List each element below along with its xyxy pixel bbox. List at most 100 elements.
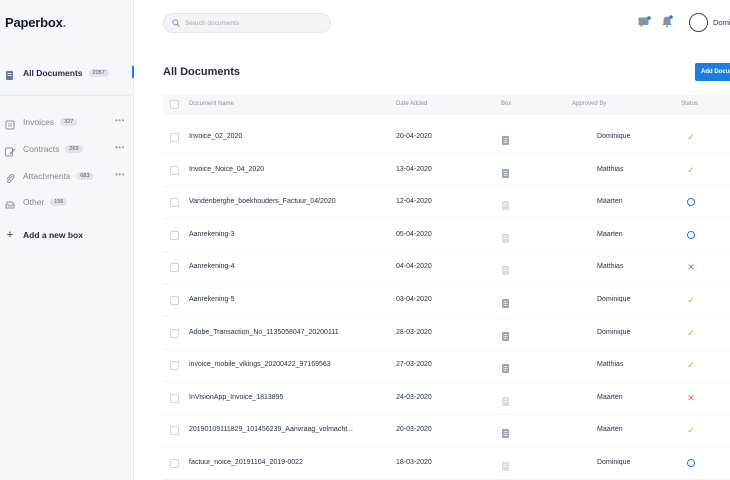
count-badge: 156 bbox=[50, 198, 68, 206]
approver-name: Dominique bbox=[597, 328, 631, 336]
date-added: 12-04-2020 bbox=[396, 198, 432, 206]
column-header-name[interactable]: Document Name bbox=[189, 101, 234, 107]
approver-name: Maarten bbox=[597, 426, 623, 434]
column-header-status[interactable]: Status bbox=[681, 101, 698, 107]
add-box-button[interactable]: + Add a new box bbox=[0, 227, 83, 243]
document-name[interactable]: Aanrekening-5 bbox=[189, 296, 235, 303]
table-row[interactable]: factuur_noice_20191104_2019-0022 18-03-20… bbox=[163, 448, 730, 480]
add-document-button[interactable]: Add Document bbox=[695, 63, 730, 81]
notification-bell-icon[interactable] bbox=[661, 15, 673, 33]
more-options-icon[interactable]: ••• bbox=[115, 116, 125, 125]
active-indicator bbox=[132, 66, 134, 78]
sidebar-item-label: Invoices bbox=[23, 117, 55, 127]
attachment-icon bbox=[5, 171, 15, 184]
count-badge: 683 bbox=[76, 172, 94, 180]
approver-name: Maarten bbox=[597, 198, 623, 206]
table-row[interactable]: InVisionApp_Invoice_1813895 24-03-2020 Maa… bbox=[163, 383, 730, 415]
search-input[interactable] bbox=[185, 19, 325, 27]
date-added: 27-03-2020 bbox=[396, 361, 432, 369]
approver-name: Matthias bbox=[597, 263, 624, 271]
row-checkbox[interactable] bbox=[170, 296, 179, 305]
sidebar: Paperbox. All Documents 2057 Invoices 32… bbox=[0, 0, 134, 480]
table-row[interactable]: Invoice_02_2020 20-04-2020 Dominique ✓ bbox=[163, 122, 730, 154]
column-header-approver[interactable]: Approved By bbox=[572, 101, 606, 107]
count-badge: 269 bbox=[65, 145, 83, 153]
row-checkbox[interactable] bbox=[170, 263, 179, 273]
chat-icon[interactable] bbox=[638, 15, 651, 33]
more-options-icon[interactable]: ••• bbox=[115, 170, 125, 179]
status-approved-icon: ✓ bbox=[687, 132, 695, 142]
table-row[interactable]: 20190109111829_101456239_Aanvraag_volmac… bbox=[163, 415, 730, 448]
document-name[interactable]: Invoice_02_2020 bbox=[189, 133, 242, 140]
row-checkbox[interactable] bbox=[170, 328, 179, 338]
other-box-icon bbox=[502, 197, 509, 211]
document-name[interactable]: InVisionApp_Invoice_1813895 bbox=[189, 394, 283, 401]
document-name[interactable]: factuur_noice_20191104_2019-0022 bbox=[189, 459, 303, 466]
sidebar-item-attachments[interactable]: Attachments 683 ••• bbox=[0, 167, 134, 185]
row-checkbox[interactable] bbox=[170, 198, 179, 208]
approver-name: Dominique bbox=[597, 459, 631, 466]
row-checkbox[interactable] bbox=[170, 426, 179, 436]
avatar[interactable] bbox=[689, 13, 708, 32]
status-approved-icon: ✓ bbox=[687, 425, 695, 436]
app-logo[interactable]: Paperbox. bbox=[5, 15, 66, 30]
status-pending-icon bbox=[685, 196, 697, 208]
document-name[interactable]: Aanrekening-4 bbox=[189, 263, 235, 270]
sidebar-item-label: Contracts bbox=[23, 144, 60, 154]
row-checkbox[interactable] bbox=[170, 393, 179, 403]
table-row[interactable]: Aanrekening-3 05-04-2020 Maarten bbox=[163, 220, 730, 252]
contract-icon bbox=[5, 144, 16, 157]
column-header-date[interactable]: Date Added bbox=[396, 101, 427, 107]
table-row[interactable]: Adobe_Transaction_No_1135058047_20200111… bbox=[163, 318, 730, 350]
document-name[interactable]: invoice_mobile_vikings_20200422_97169563 bbox=[189, 361, 331, 368]
date-added: 05-04-2020 bbox=[396, 230, 432, 238]
row-checkbox[interactable] bbox=[170, 165, 179, 175]
plus-icon: + bbox=[6, 229, 14, 241]
invoice-box-icon bbox=[502, 132, 509, 145]
invoice-icon bbox=[5, 117, 15, 130]
date-added: 20-04-2020 bbox=[396, 133, 432, 140]
date-added: 04-04-2020 bbox=[396, 263, 432, 271]
table-row[interactable]: Aanrekening-4 04-04-2020 Matthias ✕ bbox=[163, 252, 730, 285]
approver-name: Maarten bbox=[597, 393, 623, 401]
invoice-box-icon bbox=[502, 360, 509, 374]
sidebar-item-contracts[interactable]: Contracts 269 ••• bbox=[0, 140, 134, 158]
sidebar-item-invoices[interactable]: Invoices 327 ••• bbox=[0, 113, 134, 131]
other-box-icon bbox=[502, 262, 509, 276]
date-added: 13-04-2020 bbox=[396, 165, 432, 173]
row-checkbox[interactable] bbox=[170, 361, 179, 371]
table-row[interactable]: invoice_mobile_vikings_20200422_97169563… bbox=[163, 350, 730, 383]
sidebar-item-other[interactable]: Other 156 bbox=[0, 193, 134, 211]
table-row[interactable]: Invoice_Noice_04_2020 13-04-2020 Matthias ✓ bbox=[163, 155, 730, 187]
count-badge: 2057 bbox=[88, 69, 109, 77]
column-header-box[interactable]: Box bbox=[501, 101, 511, 107]
other-box-icon bbox=[502, 458, 509, 471]
status-rejected-icon: ✕ bbox=[687, 262, 695, 273]
user-name[interactable]: Dominique bbox=[713, 18, 730, 27]
table-row[interactable]: Aanrekening-5 03-04-2020 Dominique ✓ bbox=[163, 285, 730, 317]
sidebar-item-all-documents[interactable]: All Documents 2057 bbox=[0, 62, 134, 84]
sidebar-divider bbox=[0, 95, 134, 96]
status-approved-icon: ✓ bbox=[687, 360, 695, 371]
status-approved-icon: ✓ bbox=[687, 327, 695, 338]
row-checkbox[interactable] bbox=[170, 230, 179, 240]
date-added: 28-03-2020 bbox=[396, 328, 432, 336]
document-name[interactable]: Aanrekening-3 bbox=[189, 231, 235, 238]
search-icon bbox=[172, 14, 180, 32]
more-options-icon[interactable]: ••• bbox=[115, 143, 125, 152]
add-box-label: Add a new box bbox=[23, 230, 83, 240]
row-checkbox[interactable] bbox=[170, 459, 179, 468]
search-bar[interactable] bbox=[163, 13, 331, 33]
row-checkbox[interactable] bbox=[170, 133, 179, 142]
document-name[interactable]: Invoice_Noice_04_2020 bbox=[189, 166, 264, 173]
approver-name: Dominique bbox=[597, 133, 631, 140]
document-name[interactable]: Vandenberghe_boekhouders_Factuur_04/2020 bbox=[189, 198, 336, 205]
status-rejected-icon: ✕ bbox=[687, 392, 695, 403]
table-row[interactable]: Vandenberghe_boekhouders_Factuur_04/2020… bbox=[163, 187, 730, 220]
document-name[interactable]: 20190109111829_101456239_Aanvraag_volmac… bbox=[189, 426, 353, 433]
approver-name: Matthias bbox=[597, 361, 624, 369]
document-stack-icon bbox=[5, 68, 15, 80]
document-name[interactable]: Adobe_Transaction_No_1135058047_20200111 bbox=[189, 329, 339, 336]
sidebar-item-label: Other bbox=[23, 197, 45, 207]
select-all-checkbox[interactable] bbox=[170, 100, 179, 109]
